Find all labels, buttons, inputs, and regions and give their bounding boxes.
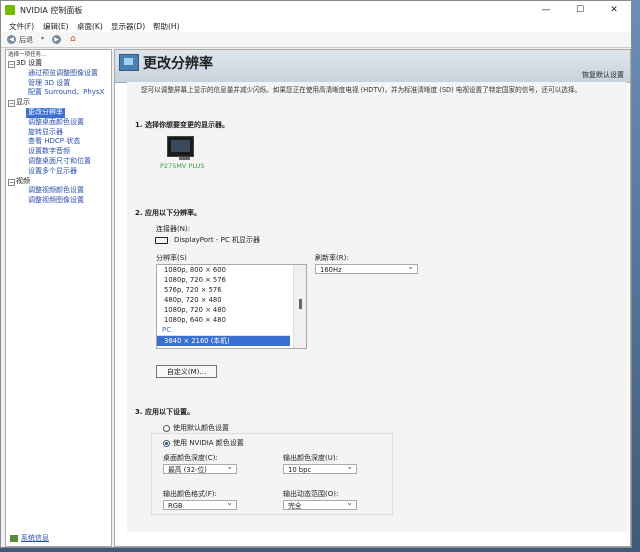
list-item[interactable]: 1080p, 720 × 576 [157, 275, 306, 285]
output-range-label: 输出动态范围(O): [283, 490, 339, 498]
tree-item-selected[interactable]: 更改分辨率 [8, 107, 111, 118]
list-item-selected[interactable]: 3840 × 2160 (本机) [157, 336, 290, 346]
tree-item-selected-label[interactable]: 更改分辨率 [26, 107, 65, 118]
output-format-select[interactable]: RGB [163, 498, 237, 510]
system-info-link[interactable]: 系统信息 [10, 533, 49, 543]
restore-defaults-link[interactable]: 恢复默认设置 [582, 70, 624, 80]
display-page-icon [119, 54, 139, 71]
list-item[interactable]: 576p, 720 × 576 [157, 285, 306, 295]
refresh-rate-select[interactable]: 160Hz [315, 262, 418, 274]
tree-item[interactable]: 通过预览调整图像设置 [8, 69, 111, 79]
list-scrollbar-thumb[interactable] [299, 299, 302, 309]
menu-bar: 文件(F) 编辑(E) 桌面(K) 显示器(D) 帮助(H) [1, 19, 631, 33]
task-header: 选择一项任务... [8, 52, 47, 58]
menu-desktop[interactable]: 桌面(K) [77, 21, 103, 32]
back-arrow-icon[interactable]: ◀ [7, 35, 16, 44]
radio-nvidia-colors[interactable]: 使用 NVIDIA 颜色设置 [163, 438, 247, 448]
main-panel: 更改分辨率 恢复默认设置 您可以调整屏幕上显示的信息量并减少闪烁。如果您正在使用… [114, 49, 631, 547]
radio-default-colors[interactable]: 使用默认颜色设置 [163, 423, 229, 433]
tree-category-display[interactable]: 显示 [8, 98, 111, 108]
refresh-label: 刷新率(R): [315, 254, 349, 262]
menu-edit[interactable]: 编辑(E) [43, 21, 69, 32]
list-item[interactable]: 1080p, 800 × 600 [157, 265, 306, 275]
tree-item[interactable]: 设置数字音频 [8, 147, 111, 157]
list-item[interactable]: 480p, 720 × 480 [157, 295, 306, 305]
task-sidebar: 选择一项任务... 3D 设置 通过预览调整图像设置 管理 3D 设置 配置 S… [5, 49, 112, 547]
page-content: 您可以调整屏幕上显示的信息量并减少闪烁。如果您正在使用高清晰度电视 (HDTV)… [127, 82, 627, 532]
system-info-icon [10, 534, 18, 542]
menu-display[interactable]: 显示器(D) [111, 21, 145, 32]
close-button[interactable]: ✕ [597, 1, 631, 19]
menu-help[interactable]: 帮助(H) [153, 21, 180, 32]
tree-item[interactable]: 查看 HDCP 状态 [8, 137, 111, 147]
connector-label: 连接器(N): [156, 225, 191, 233]
nvidia-logo-icon [5, 5, 15, 15]
tree-category-video[interactable]: 视频 [8, 177, 111, 187]
maximize-button[interactable]: ☐ [563, 1, 597, 19]
back-button-label[interactable]: 后退 [19, 35, 33, 45]
section-3-title: 3. 应用以下设置。 [135, 408, 194, 416]
task-tree: 3D 设置 通过预览调整图像设置 管理 3D 设置 配置 Surround、Ph… [8, 59, 111, 206]
list-item[interactable]: 1080p, 640 × 480 [157, 315, 306, 325]
connector-value-text: DisplayPort - PC 机显示器 [174, 236, 260, 244]
page-title: 更改分辨率 [143, 56, 213, 72]
tree-category-3d[interactable]: 3D 设置 [8, 59, 111, 69]
radio-button[interactable] [163, 424, 170, 432]
section-1-title: 1. 选择你想要变更的显示器。 [135, 121, 229, 129]
page-header: 更改分辨率 恢复默认设置 [115, 50, 630, 83]
list-item[interactable]: 1080p, 720 × 480 [157, 305, 306, 315]
tree-item[interactable]: 管理 3D 设置 [8, 79, 111, 89]
custom-resolution-button[interactable]: 自定义(M)... [156, 365, 217, 378]
monitor-tile[interactable]: P275MV PLUS [160, 136, 205, 170]
back-dropdown-icon[interactable]: ▾ [41, 35, 44, 42]
radio-default-label[interactable]: 使用默认颜色设置 [173, 424, 229, 432]
monitor-icon [167, 136, 194, 157]
displayport-icon [155, 236, 168, 244]
tree-item[interactable]: 调整视频颜色设置 [8, 186, 111, 196]
desktop-depth-select[interactable]: 最高 (32-位) [163, 462, 237, 474]
resolution-label: 分辨率(S) [156, 254, 187, 262]
resolution-list[interactable]: 1080p, 800 × 600 1080p, 720 × 576 576p, … [156, 264, 307, 349]
tree-item[interactable]: 调整视频图像设置 [8, 196, 111, 206]
forward-arrow-icon[interactable]: ▶ [52, 35, 61, 44]
menu-file[interactable]: 文件(F) [9, 21, 34, 32]
desktop-depth-label: 桌面颜色深度(C): [163, 454, 218, 462]
list-group-label: PC [157, 325, 290, 336]
connector-value: DisplayPort - PC 机显示器 [155, 235, 260, 245]
system-info-label[interactable]: 系统信息 [21, 534, 49, 542]
output-depth-label: 输出颜色深度(U): [283, 454, 338, 462]
output-range-select[interactable]: 完全 [283, 498, 357, 510]
monitor-name: P275MV PLUS [160, 162, 205, 170]
desktop-background [632, 0, 640, 552]
tree-item[interactable]: 设置多个显示器 [8, 167, 111, 177]
window-title: NVIDIA 控制面板 [20, 6, 83, 15]
title-bar[interactable]: NVIDIA 控制面板 — ☐ ✕ [1, 1, 631, 19]
radio-button-selected[interactable] [163, 439, 170, 447]
home-icon[interactable]: ⌂ [70, 34, 81, 45]
radio-nvidia-label[interactable]: 使用 NVIDIA 颜色设置 [173, 439, 244, 447]
section-2-title: 2. 应用以下分辨率。 [135, 209, 201, 217]
output-format-label: 输出颜色格式(F): [163, 490, 217, 498]
output-depth-select[interactable]: 10 bpc [283, 462, 357, 474]
page-description: 您可以调整屏幕上显示的信息量并减少闪烁。如果您正在使用高清晰度电视 (HDTV)… [141, 86, 582, 94]
monitor-stand [179, 157, 191, 160]
tree-item[interactable]: 调整桌面颜色设置 [8, 118, 111, 128]
tree-item[interactable]: 旋转显示器 [8, 128, 111, 138]
app-window: NVIDIA 控制面板 — ☐ ✕ 文件(F) 编辑(E) 桌面(K) 显示器(… [0, 0, 632, 548]
tree-item[interactable]: 配置 Surround、PhysX [8, 88, 111, 98]
minimize-button[interactable]: — [529, 1, 563, 19]
tree-item[interactable]: 调整桌面尺寸和位置 [8, 157, 111, 167]
desktop-background-bottom [0, 548, 640, 552]
toolbar: ◀ 后退 ▾ ▶ ⌂ [1, 32, 631, 48]
